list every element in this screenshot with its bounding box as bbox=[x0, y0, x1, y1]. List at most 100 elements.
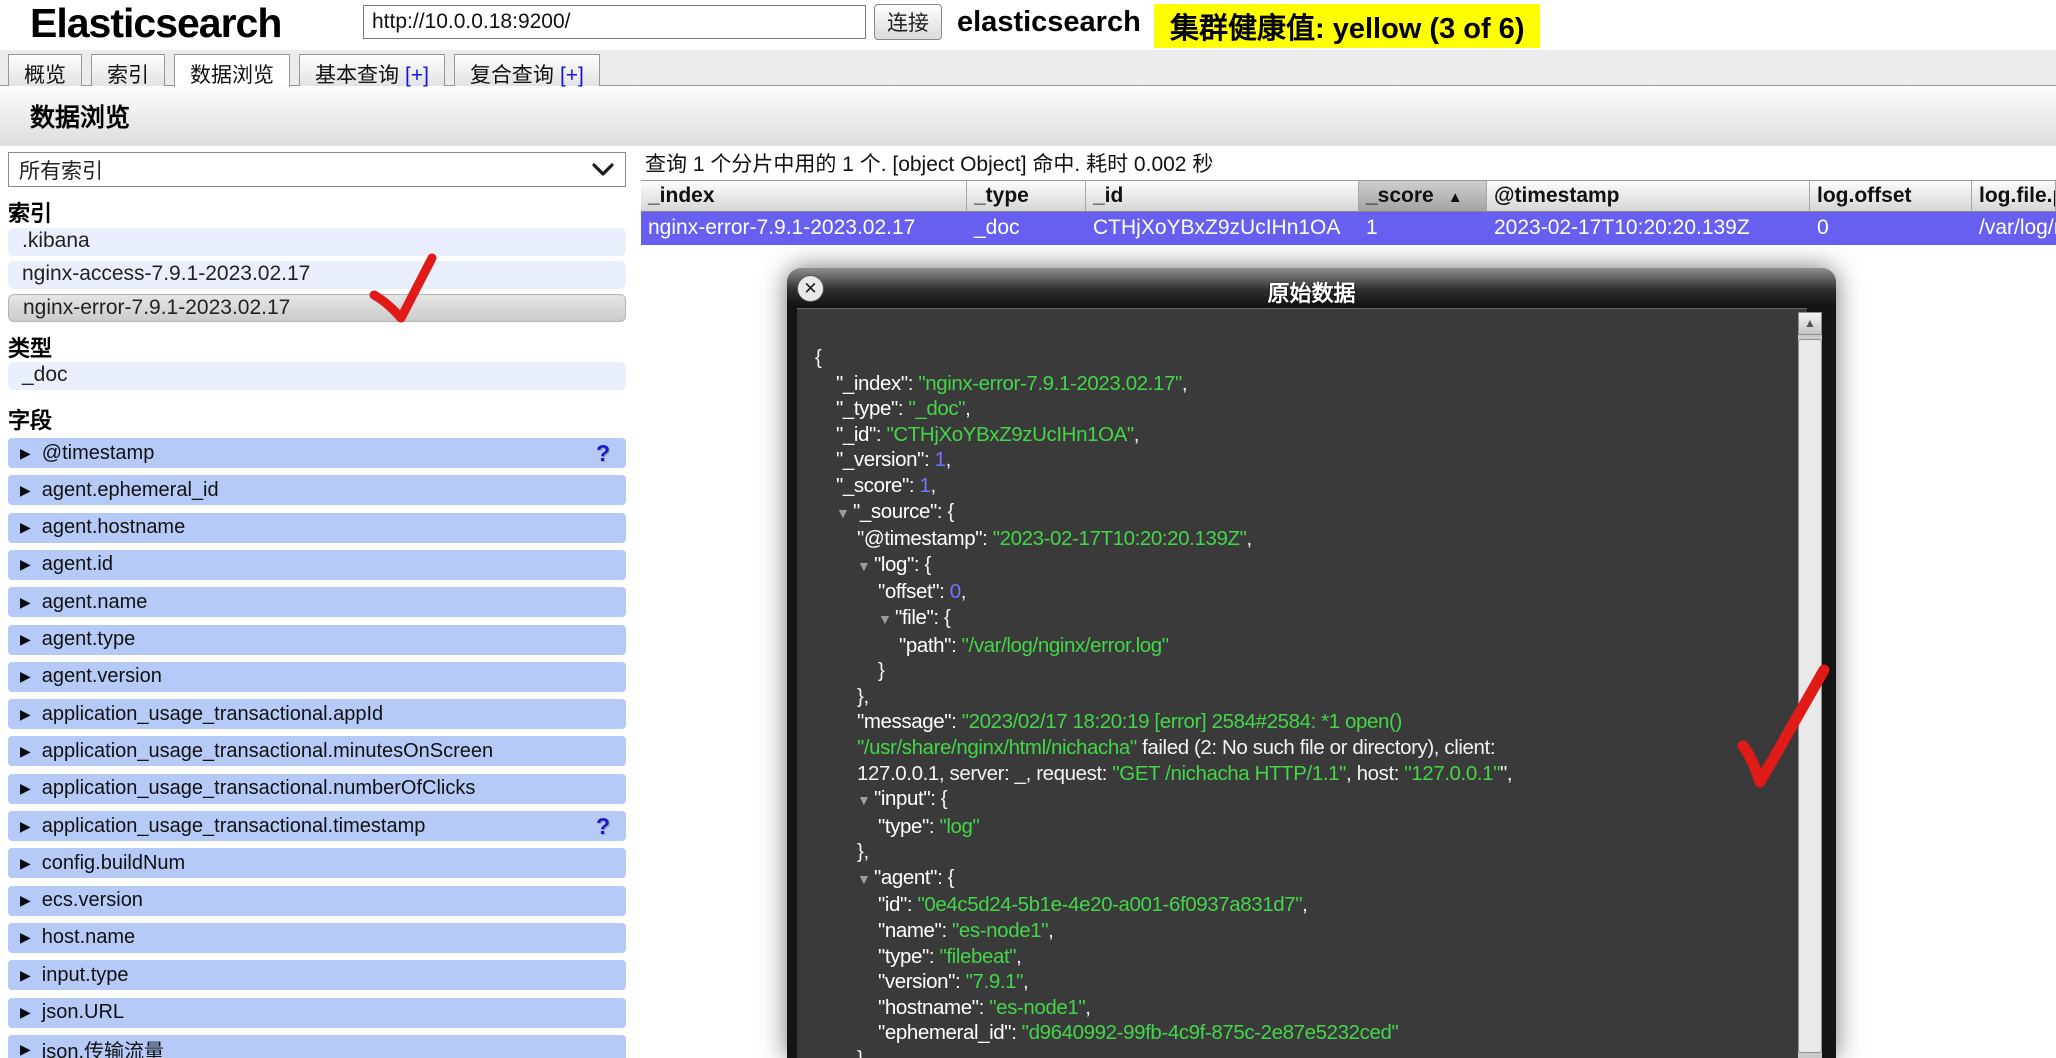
column-header[interactable]: _id bbox=[1086, 181, 1359, 211]
tab-new-icon[interactable]: [+] bbox=[405, 64, 429, 87]
column-header[interactable]: _type bbox=[967, 181, 1086, 211]
field-item[interactable]: ▶ agent.ephemeral_id bbox=[8, 475, 626, 505]
modal-scrollbar[interactable]: ▲ bbox=[1798, 312, 1822, 1058]
fields-header: 字段 bbox=[8, 403, 52, 435]
column-header[interactable]: _index bbox=[641, 181, 967, 211]
field-item[interactable]: ▶ agent.hostname bbox=[8, 513, 626, 543]
tab-basic-query[interactable]: 基本查询[+] bbox=[299, 54, 445, 86]
expand-arrow-icon[interactable]: ▶ bbox=[20, 556, 31, 573]
field-item[interactable]: ▶application_usage_transactional.appId bbox=[8, 699, 626, 729]
field-item[interactable]: ▶host.name bbox=[8, 923, 626, 953]
tab-data-browser[interactable]: 数据浏览 bbox=[174, 54, 290, 87]
json-token: : bbox=[876, 423, 887, 446]
field-item[interactable]: ▶agent.id bbox=[8, 550, 626, 580]
expand-arrow-icon[interactable]: ▶ bbox=[20, 818, 31, 835]
json-token: "@timestamp" bbox=[857, 527, 982, 550]
expand-arrow-icon[interactable]: ▶ bbox=[20, 594, 31, 611]
expand-arrow-icon[interactable]: ▶ bbox=[20, 519, 31, 536]
title-strip bbox=[0, 87, 2056, 146]
expand-arrow-icon[interactable]: ▶ bbox=[20, 631, 31, 648]
column-header[interactable]: log.file.path bbox=[1972, 181, 2056, 211]
json-line: ▼"log": { bbox=[797, 552, 1807, 580]
field-item[interactable]: ▶@timestamp? bbox=[8, 438, 626, 468]
expand-arrow-icon[interactable]: ▶ bbox=[20, 967, 31, 984]
json-token: : bbox=[929, 945, 940, 968]
expand-arrow-icon[interactable]: ▶ bbox=[20, 445, 31, 462]
json-token: : bbox=[955, 970, 966, 993]
expand-arrow-icon[interactable]: ▶ bbox=[20, 1004, 31, 1021]
json-line: { bbox=[797, 345, 1807, 371]
json-token: : { bbox=[930, 787, 947, 810]
index-item[interactable]: nginx-error-7.9.1-2023.02.17 bbox=[8, 294, 626, 322]
url-input[interactable] bbox=[363, 5, 866, 39]
json-token: : bbox=[982, 527, 993, 550]
tab-new-icon[interactable]: [+] bbox=[560, 64, 584, 87]
type-item[interactable]: _doc bbox=[8, 362, 626, 390]
column-label: log.file.path bbox=[1979, 184, 2056, 207]
json-token: "_score" bbox=[836, 474, 909, 497]
scrollbar-thumb[interactable] bbox=[1798, 339, 1822, 1053]
json-line: "_type": "_doc", bbox=[797, 396, 1807, 422]
column-header[interactable]: @timestamp bbox=[1487, 181, 1810, 211]
field-item[interactable]: ▶agent.type bbox=[8, 625, 626, 655]
field-item[interactable]: ▶application_usage_transactional.numberO… bbox=[8, 774, 626, 804]
collapse-triangle-icon[interactable]: ▼ bbox=[878, 607, 895, 633]
field-item[interactable]: ▶json.传输流量 bbox=[8, 1035, 626, 1058]
json-token: ", bbox=[1500, 762, 1512, 785]
field-item[interactable]: ▶agent.name bbox=[8, 587, 626, 617]
field-help-icon[interactable]: ? bbox=[596, 440, 610, 467]
app-logo: Elasticsearch bbox=[30, 0, 281, 47]
collapse-triangle-icon[interactable]: ▼ bbox=[857, 788, 874, 814]
expand-arrow-icon[interactable]: ▶ bbox=[20, 892, 31, 909]
expand-arrow-icon[interactable]: ▶ bbox=[20, 706, 31, 723]
json-token: : bbox=[929, 815, 940, 838]
expand-arrow-icon[interactable]: ▶ bbox=[20, 929, 31, 946]
index-item[interactable]: nginx-access-7.9.1-2023.02.17 bbox=[8, 261, 626, 289]
json-line: "@timestamp": "2023-02-17T10:20:20.139Z"… bbox=[797, 526, 1807, 552]
expand-arrow-icon[interactable]: ▶ bbox=[20, 855, 31, 872]
json-token: "hostname" bbox=[878, 996, 979, 1019]
expand-arrow-icon[interactable]: ▶ bbox=[20, 668, 31, 685]
json-token: "type" bbox=[878, 945, 929, 968]
field-item[interactable]: ▶ecs.version bbox=[8, 886, 626, 916]
field-name: agent.ephemeral_id bbox=[42, 479, 219, 502]
field-item[interactable]: ▶ agent.version bbox=[8, 662, 626, 692]
expand-arrow-icon[interactable]: ▶ bbox=[20, 1041, 31, 1058]
result-row[interactable]: nginx-error-7.9.1-2023.02.17_docCTHjXoYB… bbox=[641, 212, 2056, 245]
index-item[interactable]: .kibana bbox=[8, 228, 626, 256]
modal-titlebar[interactable]: 原始数据 ✕ bbox=[787, 268, 1836, 308]
json-line: ▼"agent": { bbox=[797, 865, 1807, 893]
field-item[interactable]: ▶json.URL bbox=[8, 998, 626, 1028]
field-help-icon[interactable]: ? bbox=[596, 813, 610, 840]
json-line: "_score": 1, bbox=[797, 473, 1807, 499]
connect-button[interactable]: 连接 bbox=[874, 4, 942, 40]
field-item[interactable]: ▶input.type bbox=[8, 960, 626, 990]
json-token: "_id" bbox=[836, 423, 876, 446]
field-name: agent.hostname bbox=[42, 516, 185, 539]
field-item[interactable]: ▶application_usage_transactional.minutes… bbox=[8, 736, 626, 766]
tab-bar: 概览索引数据浏览基本查询[+] 复合查询[+] bbox=[0, 50, 2056, 86]
json-token: "type" bbox=[878, 815, 929, 838]
expand-arrow-icon[interactable]: ▶ bbox=[20, 482, 31, 499]
expand-arrow-icon[interactable]: ▶ bbox=[20, 743, 31, 760]
column-header[interactable]: log.offset bbox=[1810, 181, 1972, 211]
collapse-triangle-icon[interactable]: ▼ bbox=[836, 501, 853, 527]
collapse-triangle-icon[interactable]: ▼ bbox=[857, 554, 874, 580]
scroll-up-icon[interactable]: ▲ bbox=[1798, 312, 1822, 335]
expand-arrow-icon[interactable]: ▶ bbox=[20, 780, 31, 797]
tab-overview[interactable]: 概览 bbox=[8, 54, 82, 86]
field-item[interactable]: ▶config.buildNum bbox=[8, 848, 626, 878]
tab-indices[interactable]: 索引 bbox=[91, 54, 165, 86]
json-token: , host: bbox=[1346, 762, 1404, 785]
collapse-triangle-icon[interactable]: ▼ bbox=[857, 867, 874, 893]
tab-compound-query[interactable]: 复合查询[+] bbox=[454, 54, 600, 86]
field-name: agent.version bbox=[42, 665, 162, 688]
json-token: : bbox=[898, 397, 909, 420]
field-item[interactable]: ▶application_usage_transactional.timesta… bbox=[8, 811, 626, 841]
results-header-row: _index_type_id_score▲@timestamplog.offse… bbox=[641, 180, 2056, 212]
modal-title: 原始数据 bbox=[787, 276, 1836, 308]
index-filter-select[interactable]: 所有索引 bbox=[8, 152, 626, 187]
close-icon[interactable]: ✕ bbox=[797, 275, 824, 302]
json-token: : bbox=[924, 448, 935, 471]
column-header[interactable]: _score▲ bbox=[1359, 181, 1487, 211]
